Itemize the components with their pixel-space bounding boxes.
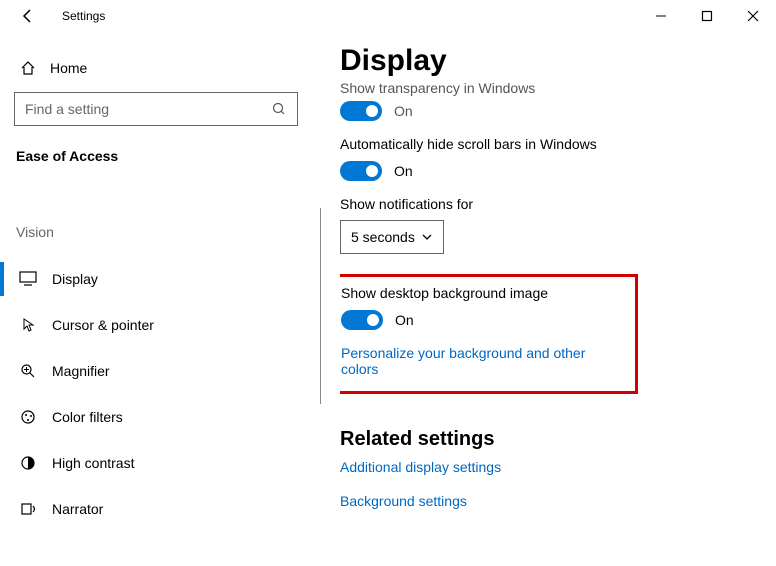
sidebar-item-label: Magnifier	[52, 363, 110, 379]
page-title: Display	[340, 44, 756, 78]
transparency-toggle[interactable]	[340, 101, 382, 121]
transparency-label: Show transparency in Windows	[340, 80, 756, 96]
back-button[interactable]	[18, 6, 38, 26]
scrollbars-label: Automatically hide scroll bars in Window…	[340, 136, 756, 152]
color-filter-icon	[18, 409, 38, 425]
sidebar-item-narrator[interactable]: Narrator	[14, 486, 310, 532]
search-input[interactable]: Find a setting	[14, 92, 298, 126]
notifications-label: Show notifications for	[340, 196, 756, 212]
sidebar-item-magnifier[interactable]: Magnifier	[14, 348, 310, 394]
related-heading: Related settings	[340, 428, 756, 451]
sidebar-item-cursor[interactable]: Cursor & pointer	[14, 302, 310, 348]
group-label-vision: Vision	[14, 224, 310, 240]
additional-display-link[interactable]: Additional display settings	[340, 459, 756, 475]
close-button[interactable]	[730, 0, 776, 32]
scrollbars-toggle[interactable]	[340, 161, 382, 181]
chevron-down-icon	[421, 231, 433, 243]
scrollbar-divider	[320, 208, 321, 404]
maximize-button[interactable]	[684, 0, 730, 32]
sidebar-item-high-contrast[interactable]: High contrast	[14, 440, 310, 486]
sidebar-item-label: High contrast	[52, 455, 134, 471]
category-label: Ease of Access	[14, 148, 310, 164]
sidebar-item-label: Cursor & pointer	[52, 317, 154, 333]
bgimage-state: On	[395, 312, 414, 328]
home-nav[interactable]: Home	[14, 50, 310, 86]
notifications-dropdown[interactable]: 5 seconds	[340, 220, 444, 254]
search-placeholder: Find a setting	[25, 101, 109, 117]
monitor-icon	[18, 271, 38, 287]
window-title: Settings	[62, 9, 105, 23]
background-settings-link[interactable]: Background settings	[340, 493, 756, 509]
notifications-value: 5 seconds	[351, 229, 415, 245]
magnifier-icon	[18, 363, 38, 379]
transparency-state: On	[394, 103, 413, 119]
sidebar-item-label: Display	[52, 271, 98, 287]
bgimage-label: Show desktop background image	[341, 285, 625, 301]
home-label: Home	[50, 60, 87, 76]
personalize-link[interactable]: Personalize your background and other co…	[341, 345, 625, 377]
high-contrast-icon	[18, 455, 38, 471]
sidebar-item-label: Color filters	[52, 409, 123, 425]
sidebar-item-display[interactable]: Display	[14, 256, 310, 302]
highlighted-section: Show desktop background image On Persona…	[340, 274, 638, 394]
bgimage-toggle[interactable]	[341, 310, 383, 330]
sidebar-item-label: Narrator	[52, 501, 103, 517]
home-icon	[18, 60, 38, 76]
search-icon	[271, 101, 287, 117]
cursor-icon	[18, 317, 38, 333]
sidebar-item-color-filters[interactable]: Color filters	[14, 394, 310, 440]
scrollbars-state: On	[394, 163, 413, 179]
narrator-icon	[18, 501, 38, 517]
minimize-button[interactable]	[638, 0, 684, 32]
